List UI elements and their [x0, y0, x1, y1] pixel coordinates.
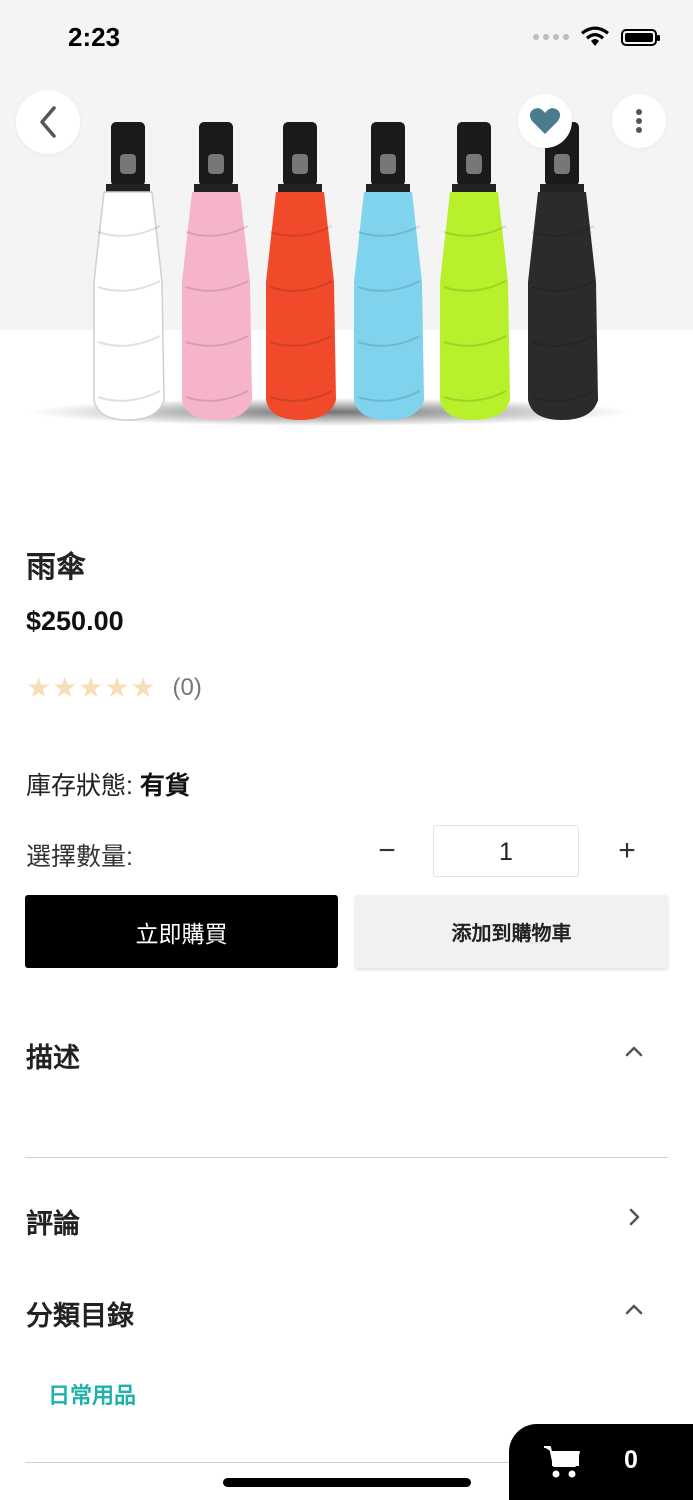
quantity-label: 選擇數量: — [26, 843, 133, 871]
product-price: $250.00 — [26, 606, 124, 636]
status-bar: 2:23 — [0, 0, 693, 80]
reviews-section-title[interactable]: 評論 — [26, 1202, 80, 1241]
description-section-title[interactable]: 描述 — [26, 1036, 80, 1075]
cart-count: 0 — [624, 1446, 638, 1474]
category-link[interactable]: 日常用品 — [48, 1378, 136, 1410]
add-to-cart-button[interactable]: 添加到購物車 — [355, 895, 668, 968]
home-indicator — [223, 1478, 471, 1487]
chevron-up-icon[interactable] — [622, 1039, 646, 1063]
quantity-input[interactable]: 1 — [433, 825, 579, 877]
chevron-right-icon[interactable] — [622, 1205, 646, 1229]
star-icon: ★ — [26, 672, 52, 703]
umbrella-1 — [93, 122, 165, 421]
umbrella-2 — [182, 122, 252, 420]
divider — [25, 1157, 668, 1158]
more-options-button[interactable] — [612, 94, 666, 148]
star-icon: ★ — [130, 672, 156, 703]
star-icon: ★ — [52, 672, 78, 703]
product-image[interactable] — [0, 80, 693, 480]
cellular-signal-icon — [533, 34, 569, 40]
chevron-left-icon — [40, 106, 56, 138]
quantity-increase-button[interactable]: + — [612, 834, 642, 868]
rating[interactable]: ★ ★ ★ ★ ★ (0) — [26, 674, 202, 702]
stock-value: 有貨 — [139, 772, 190, 800]
umbrella-5 — [440, 122, 510, 420]
floating-cart-button[interactable] — [509, 1424, 693, 1500]
rating-count: (0) — [172, 674, 202, 701]
shopping-cart-icon — [544, 1446, 580, 1478]
back-button[interactable] — [16, 90, 80, 154]
star-icon: ★ — [104, 672, 130, 703]
stock-status: 庫存狀態: 有貨 — [26, 766, 190, 802]
umbrella-4 — [354, 122, 424, 420]
chevron-up-icon[interactable] — [622, 1297, 646, 1321]
favorite-button[interactable] — [518, 94, 572, 148]
heart-icon — [529, 108, 561, 134]
status-indicators — [533, 26, 660, 48]
status-time: 2:23 — [68, 22, 121, 52]
umbrella-3 — [266, 122, 336, 420]
star-icon: ★ — [78, 672, 104, 703]
product-title: 雨傘 — [26, 551, 86, 584]
more-vertical-icon — [636, 109, 642, 133]
buy-now-button[interactable]: 立即購買 — [25, 895, 338, 968]
stock-label: 庫存狀態: — [26, 772, 133, 800]
quantity-decrease-button[interactable]: − — [372, 834, 402, 868]
battery-icon — [621, 28, 660, 46]
wifi-icon — [581, 26, 609, 46]
categories-section-title[interactable]: 分類目錄 — [26, 1294, 134, 1333]
umbrella-6 — [528, 122, 598, 420]
